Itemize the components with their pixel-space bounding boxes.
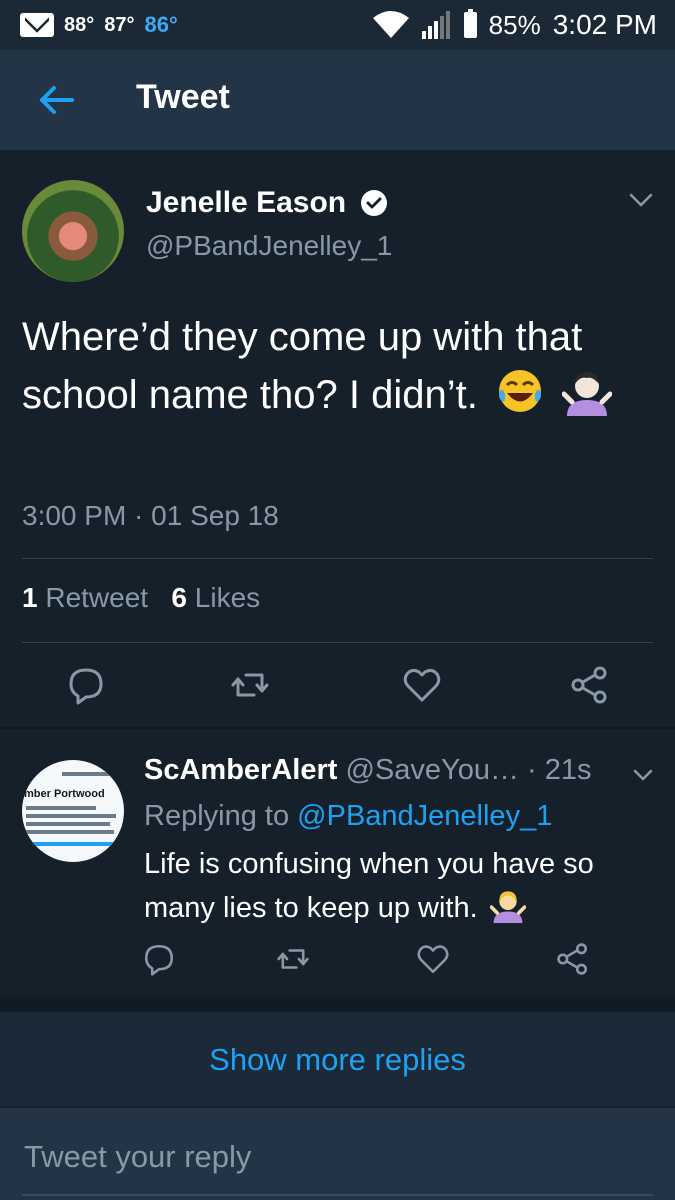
like-heart-icon[interactable] [416,942,450,976]
reply-icon[interactable] [142,942,176,976]
divider [22,558,653,559]
reply-body: Life is confusing when you have so many … [144,842,654,930]
wifi-icon [372,11,409,38]
author-handle[interactable]: @PBandJenelley_1 [146,230,392,262]
share-icon[interactable] [570,665,610,705]
mail-notification-icon [20,13,54,37]
reply-author-avatar[interactable]: mber Portwood [22,760,124,862]
divider [22,642,653,643]
status-bar: 88° 87° 86° 85% 3:02 PM [0,0,675,50]
avatar-detail [26,806,96,810]
retweet-count[interactable]: 1 [22,582,38,613]
retweet-label[interactable]: Retweet [45,582,148,613]
avatar-detail [26,842,118,846]
reply-actions [0,942,675,982]
compose-reply-bar [0,1108,675,1200]
retweet-icon[interactable] [276,942,310,976]
avatar-detail [26,830,114,834]
face-with-tears-of-joy-icon [498,370,541,412]
temperature-2: 87° [104,13,135,36]
chevron-down-icon[interactable] [633,768,653,782]
replying-to: Replying to @PBandJenelley_1 [144,800,552,833]
status-right: 85% 3:02 PM [372,0,657,50]
reply-author-name[interactable]: ScAmberAlert [144,754,337,786]
battery-icon [463,9,477,38]
show-more-replies-button[interactable]: Show more replies [0,1042,675,1078]
like-heart-icon[interactable] [402,665,442,705]
section-divider [0,997,675,1012]
share-icon[interactable] [556,942,590,976]
reply-icon[interactable] [66,665,106,705]
reply-header: ScAmberAlert @SaveYou… · 21s [144,754,592,787]
show-more-section: Show more replies [0,1012,675,1106]
input-underline [22,1194,653,1196]
avatar-detail [26,822,110,826]
reply-author-handle[interactable]: @SaveYou… [345,754,518,786]
clock: 3:02 PM [552,9,657,40]
replying-to-prefix: Replying to [144,800,290,832]
retweet-icon[interactable] [230,665,270,705]
temperature-1: 88° [64,13,95,36]
author-avatar[interactable] [22,180,124,282]
chevron-down-icon[interactable] [629,192,653,208]
tweet-actions [0,665,675,715]
avatar-detail [62,772,118,776]
page-title: Tweet [136,78,230,116]
tweet-body: Where’d they come up with that school na… [22,308,652,424]
author-name[interactable]: Jenelle Eason [146,186,346,220]
tweet-timestamp: 3:00 PM · 01 Sep 18 [22,500,279,531]
like-count[interactable]: 6 [171,582,187,613]
replying-to-link[interactable]: @PBandJenelley_1 [297,800,552,832]
reply-tweet[interactable]: mber Portwood ScAmberAlert @SaveYou… · 2… [0,728,675,996]
reply-age: · 21s [527,754,592,786]
avatar-detail [26,814,116,818]
verified-badge-icon [361,190,387,216]
person-shrugging-icon [489,891,526,923]
battery-percent: 85% [488,9,541,40]
temperature-3: 86° [144,12,178,37]
signal-icon [421,11,450,39]
status-left: 88° 87° 86° [0,12,178,38]
like-label[interactable]: Likes [195,582,260,613]
person-shrugging-icon [562,372,613,416]
tweet-stats: 1 Retweet 6 Likes [22,582,260,614]
reply-text: Life is confusing when you have so many … [144,848,594,924]
app-bar: Tweet [0,50,675,150]
avatar-caption: mber Portwood [24,788,105,800]
back-arrow-icon[interactable] [36,80,76,120]
reply-input[interactable] [22,1134,656,1180]
